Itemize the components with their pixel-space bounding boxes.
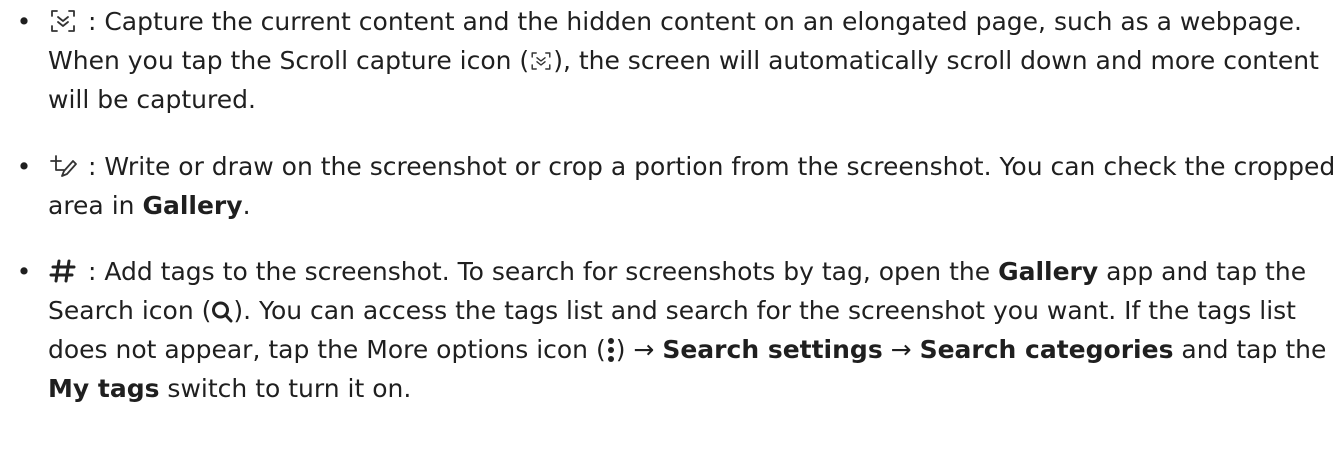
search-icon — [211, 300, 233, 324]
search-settings-label: Search settings — [662, 335, 883, 364]
item-text-a: Add tags to the screenshot. To search fo… — [104, 257, 999, 286]
item-text-e: and tap the — [1173, 335, 1327, 364]
item-text: : Add tags to the screenshot. To search … — [48, 252, 1336, 408]
my-tags-label: My tags — [48, 374, 160, 403]
bullet: • — [16, 152, 32, 181]
gallery-label: Gallery — [998, 257, 1099, 286]
separator: : — [80, 257, 105, 286]
item-text-b: . — [242, 191, 251, 220]
search-categories-label: Search categories — [919, 335, 1174, 364]
item-text-d: ) → — [615, 335, 663, 364]
draw-crop-icon — [48, 152, 78, 180]
bullet: • — [16, 257, 32, 286]
separator: : — [80, 152, 105, 181]
scroll-capture-icon — [48, 7, 78, 35]
hashtag-icon — [48, 257, 78, 285]
item-text: : Capture the current content and the hi… — [48, 2, 1336, 119]
more-options-icon — [606, 337, 616, 363]
separator: : — [80, 7, 105, 36]
gallery-label: Gallery — [142, 191, 243, 220]
bullet: • — [16, 7, 32, 36]
arrow: → — [882, 335, 920, 364]
item-text-f: switch to turn it on. — [159, 374, 412, 403]
scroll-capture-icon — [529, 48, 553, 74]
item-text: : Write or draw on the screenshot or cro… — [48, 147, 1336, 225]
